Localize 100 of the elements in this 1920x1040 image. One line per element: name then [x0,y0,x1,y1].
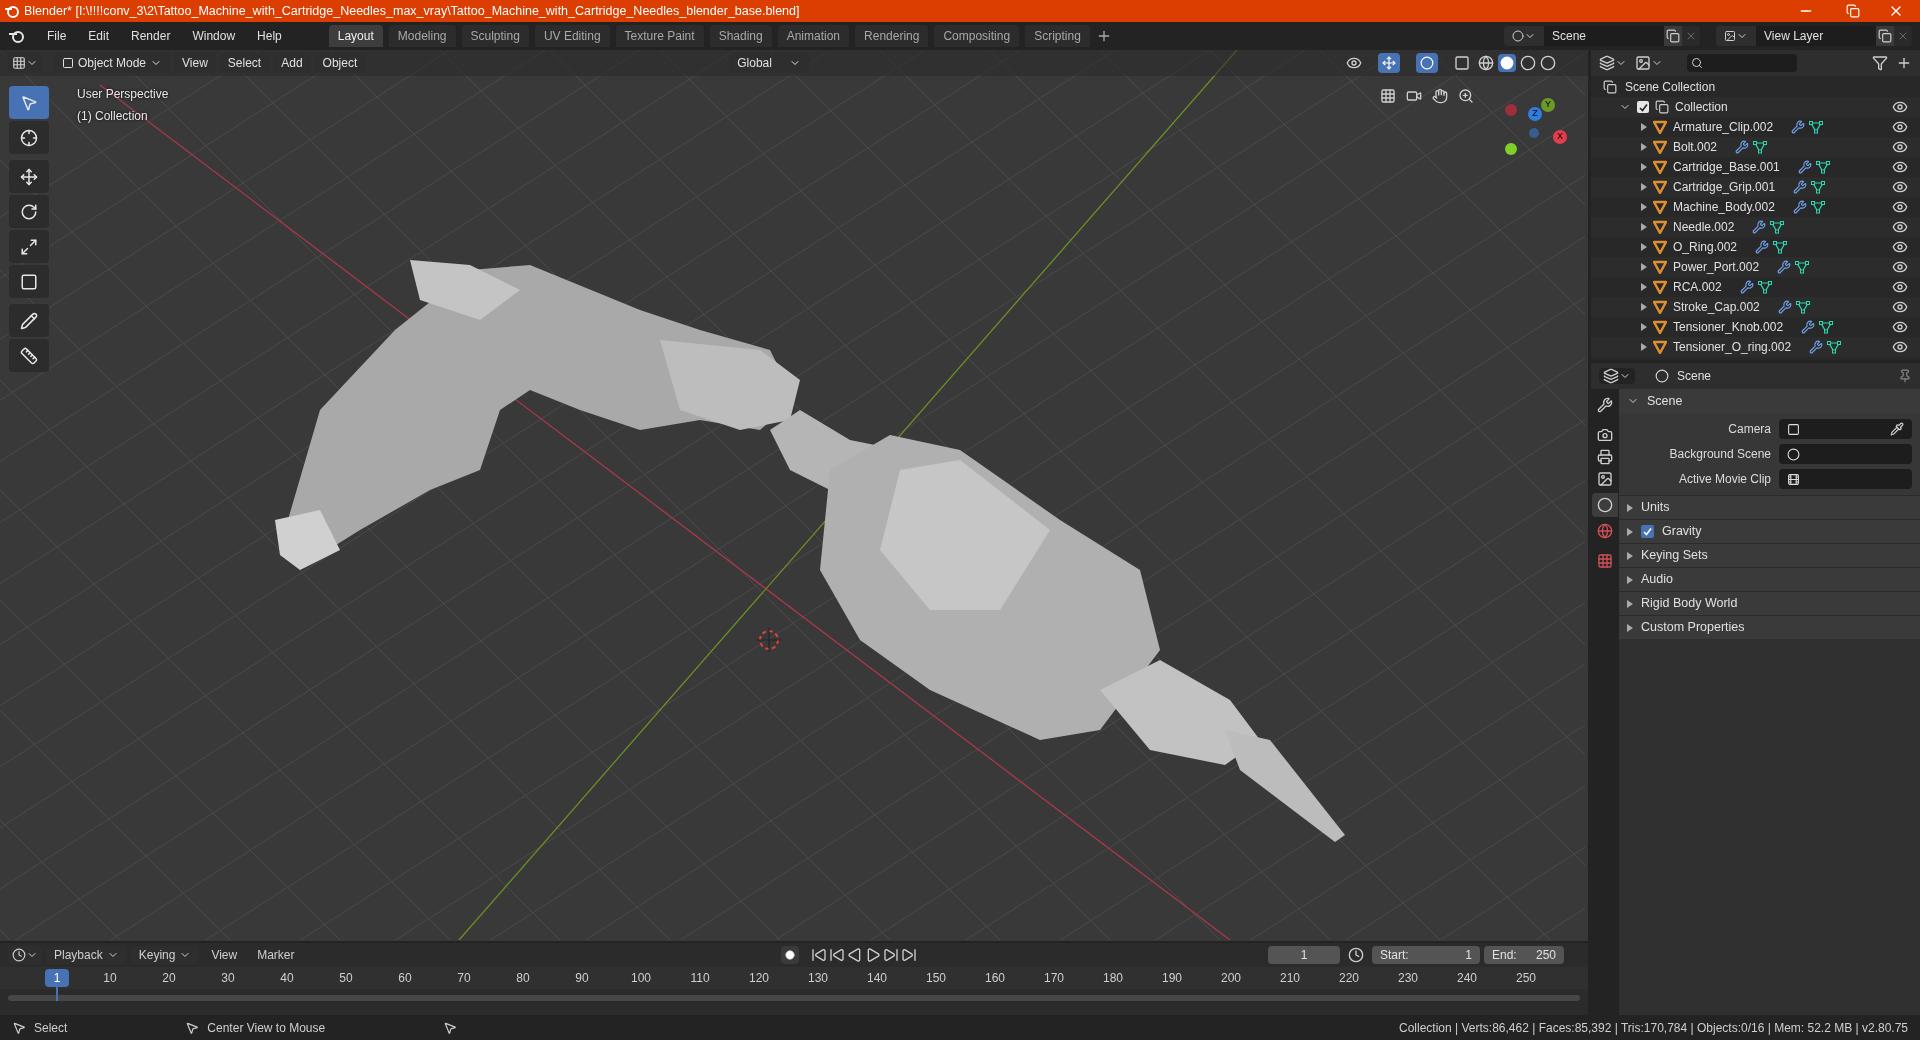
solid-shading-button[interactable] [1498,54,1516,72]
menu-item[interactable]: Window [183,27,245,45]
zoom-icon[interactable] [1458,88,1474,104]
xray-icon[interactable] [1454,55,1470,71]
tool-button[interactable] [9,339,49,372]
grid-view-icon[interactable] [1380,88,1396,104]
workspace-tab[interactable]: Sculpting [461,25,529,47]
view-layer-tab-icon[interactable] [1597,471,1613,487]
visibility-eye-icon[interactable] [1892,279,1908,295]
tool-settings-tab-icon[interactable] [1597,397,1613,413]
workspace-tab[interactable]: Rendering [855,25,929,47]
outliner-item[interactable]: RCA.002 [1673,278,1722,296]
visibility-eye-icon[interactable] [1892,299,1908,315]
gizmo-toggle-button[interactable] [1378,53,1400,73]
outliner-item[interactable]: Bolt.002 [1673,138,1718,156]
visibility-eye-icon[interactable] [1892,99,1908,115]
collapsed-panel-header[interactable]: Rigid Body World [1619,591,1920,615]
outliner-item[interactable]: Needle.002 [1673,218,1735,236]
outliner-item[interactable]: Armature_Clip.002 [1673,118,1774,136]
record-button[interactable] [780,946,799,965]
camera-view-icon[interactable] [1406,88,1422,104]
outliner-item[interactable]: Machine_Body.002 [1673,198,1775,216]
object-picker-field[interactable] [1779,444,1912,464]
outliner-item[interactable]: Scene Collection [1625,78,1716,96]
collapsed-panel-header[interactable]: Gravity [1619,519,1920,543]
visibility-eye-icon[interactable] [1892,259,1908,275]
overlay-toggle-button[interactable] [1416,53,1438,73]
z-axis-label[interactable]: Z [1528,107,1542,121]
visibility-eye-icon[interactable] [1892,219,1908,235]
view-layer-name-field[interactable]: View Layer [1756,26,1876,46]
y-axis-label[interactable]: Y [1541,98,1555,112]
menu-item[interactable]: Help [248,27,291,45]
menu-item[interactable]: Render [122,27,180,45]
workspace-tab[interactable]: Modeling [388,25,456,47]
play-reverse-icon[interactable] [846,947,863,964]
scene-name-field[interactable]: Scene [1544,26,1664,46]
restore-button[interactable] [1846,4,1860,18]
visibility-eye-icon[interactable] [1892,319,1908,335]
tool-button[interactable] [9,265,49,298]
previous-keyframe-icon[interactable] [828,947,845,964]
collapsed-panel-header[interactable]: Keying Sets [1619,543,1920,567]
timeline-menu[interactable]: Marker [249,946,303,965]
tool-button[interactable] [9,121,49,154]
next-keyframe-icon[interactable] [882,947,899,964]
end-frame-field[interactable]: End: 250 [1484,946,1564,965]
display-mode-button[interactable] [1599,55,1627,71]
collapsed-panel-header[interactable]: Custom Properties [1619,615,1920,639]
new-view-layer-icon[interactable] [1876,26,1894,46]
collection-checkbox[interactable] [1637,101,1649,113]
world-tab-icon[interactable] [1597,523,1613,539]
menu-item[interactable]: Edit [79,27,119,45]
material-shading-icon[interactable] [1520,55,1536,71]
visibility-eye-icon[interactable] [1892,139,1908,155]
visibility-eye-icon[interactable] [1892,119,1908,135]
rendered-shading-icon[interactable] [1540,55,1556,71]
filter-icon[interactable] [1872,55,1888,71]
object-picker-field[interactable] [1779,469,1912,489]
jump-end-icon[interactable] [900,947,917,964]
outliner-item[interactable]: Tensioner_Knob.002 [1673,318,1784,336]
output-tab-icon[interactable] [1597,449,1613,465]
eyedropper-icon[interactable] [1890,422,1904,436]
menu-item[interactable]: File [38,27,76,45]
x-axis-label[interactable]: X [1553,130,1567,144]
tool-button[interactable] [9,160,49,193]
start-frame-field[interactable]: Start: 1 [1372,946,1480,965]
tool-button[interactable] [9,195,49,228]
visibility-eye-icon[interactable] [1892,179,1908,195]
tool-button[interactable] [9,304,49,337]
wireframe-shading-icon[interactable] [1478,55,1494,71]
current-frame-field[interactable]: 1 [1268,946,1340,965]
pin-icon[interactable] [1898,369,1912,383]
visibility-eye-icon[interactable] [1892,199,1908,215]
workspace-tab[interactable]: Texture Paint [615,25,704,47]
workspace-tab[interactable]: Animation [777,25,850,47]
render-tab-icon[interactable] [1597,427,1613,443]
pan-hand-icon[interactable] [1432,88,1448,104]
view-layer-filter-button[interactable] [1635,55,1663,71]
visibility-eye-icon[interactable] [1892,239,1908,255]
visibility-icon[interactable] [1346,55,1362,71]
jump-start-icon[interactable] [810,947,827,964]
workspace-tab[interactable]: UV Editing [534,25,610,47]
outliner-search-field[interactable] [1687,54,1797,72]
stopwatch-icon[interactable] [1348,947,1364,964]
timeline-menu[interactable]: View [203,946,246,965]
workspace-tab[interactable]: Layout [328,25,383,47]
texture-tab-icon[interactable] [1597,553,1613,569]
workspace-tab[interactable]: Compositing [934,25,1020,47]
tool-button[interactable] [9,230,49,263]
object-picker-field[interactable] [1779,419,1912,439]
collapsed-panel-header[interactable]: Audio [1619,567,1920,591]
view-layer-selector-button[interactable] [1716,26,1756,46]
collapsed-panel-header[interactable]: Units [1619,495,1920,519]
workspace-tab[interactable]: Shading [709,25,772,47]
outliner-item[interactable]: Cartridge_Base.001 [1673,158,1780,176]
visibility-eye-icon[interactable] [1892,339,1908,355]
editor-type-button[interactable] [1599,368,1635,384]
panel-checkbox[interactable] [1641,525,1654,538]
visibility-eye-icon[interactable] [1892,159,1908,175]
workspace-tab[interactable]: Scripting [1025,25,1090,47]
new-collection-icon[interactable] [1896,55,1912,71]
